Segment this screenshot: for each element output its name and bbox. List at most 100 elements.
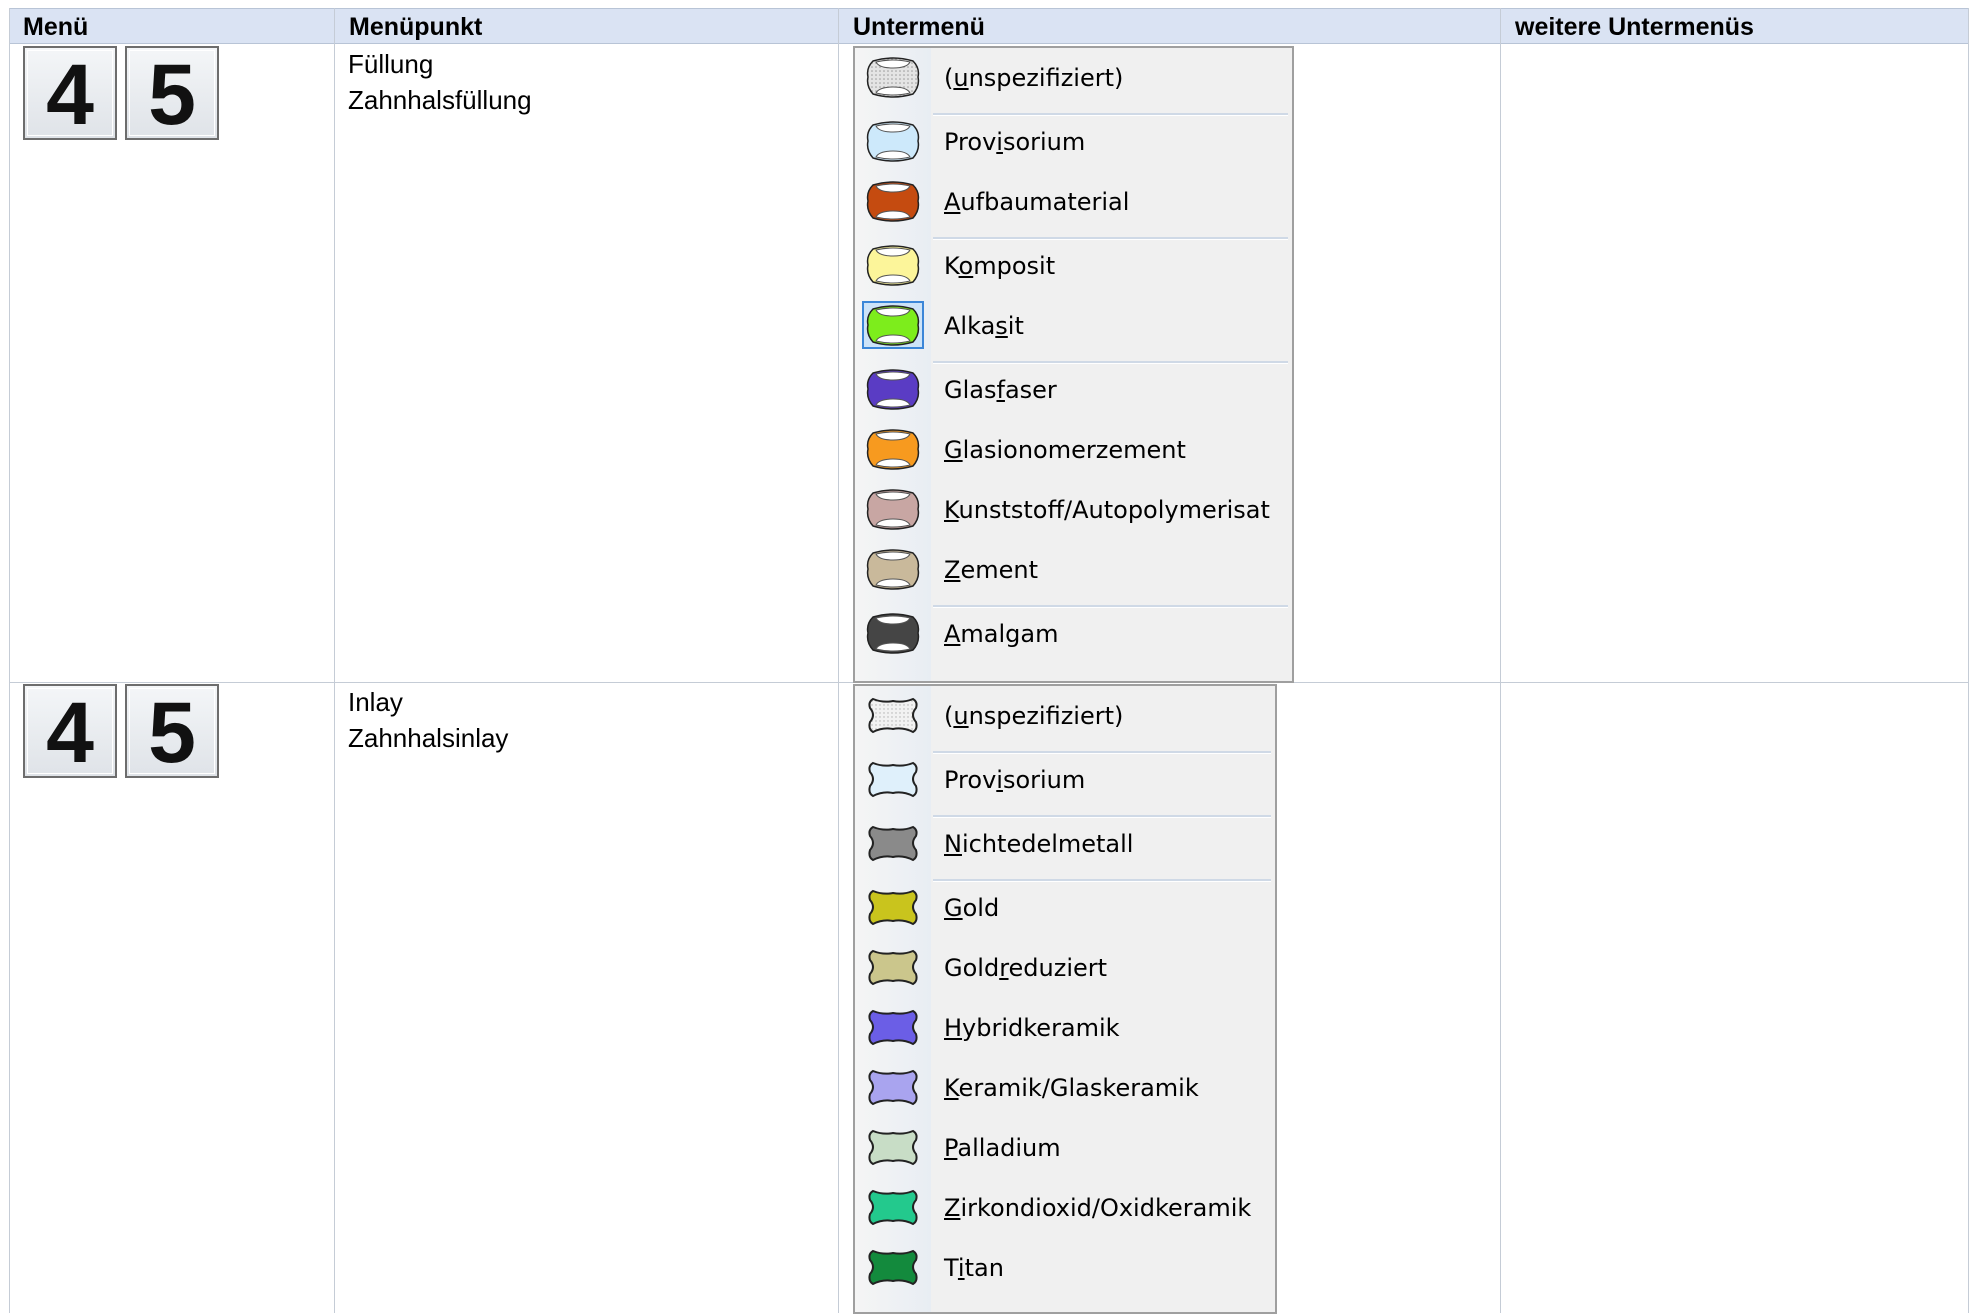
- material-alkasit-icon: [862, 301, 924, 349]
- menu-item-hybridkeramik[interactable]: Hybridkeramik: [855, 1002, 1275, 1050]
- menu-item-inlay: Inlay: [348, 687, 403, 717]
- menu-item-palladium[interactable]: Palladium: [855, 1122, 1275, 1170]
- inlay-material-icon: [868, 697, 918, 734]
- material-provisorium-icon: [863, 118, 923, 164]
- menu-item-label: Goldreduziert: [944, 954, 1108, 982]
- column-divider: [334, 8, 335, 1313]
- menu-item-kunststoff-autopolymerisat[interactable]: Kunststoff/Autopolymerisat: [855, 484, 1292, 532]
- menu-item-label: Aufbaumaterial: [944, 188, 1130, 216]
- header-menu: Menü: [9, 8, 335, 44]
- tooth-button-4[interactable]: 4: [23, 684, 117, 781]
- filling-material-icon: [866, 489, 920, 530]
- menu-item-label: Provisorium: [944, 128, 1086, 156]
- menu-item-unspezifiziert[interactable]: (unspezifiziert): [855, 690, 1275, 738]
- menu-item-label: Nichtedelmetall: [944, 830, 1134, 858]
- header-weitere-untermenues: weitere Untermenüs: [1501, 8, 1969, 44]
- inlay-material-icon: [868, 1129, 918, 1166]
- menu-item-alkasit[interactable]: Alkasit: [855, 300, 1292, 349]
- context-submenu-fuellung: (unspezifiziert) Provisorium Aufbaumateria…: [853, 46, 1294, 683]
- material-titan-icon: [863, 1244, 923, 1290]
- filling-material-icon: [866, 245, 920, 286]
- menu-item-keramik-glaskeramik[interactable]: Keramik/Glaskeramik: [855, 1062, 1275, 1110]
- filling-material-icon: [866, 181, 920, 222]
- column-divider: [1500, 8, 1501, 1313]
- menu-item-label: Hybridkeramik: [944, 1014, 1120, 1042]
- material-amalgam-icon: [863, 610, 923, 656]
- column-divider: [9, 8, 10, 1313]
- menu-item-goldreduziert[interactable]: Goldreduziert: [855, 942, 1275, 990]
- context-submenu-inlay: (unspezifiziert) Provisorium Nichtedelmeta…: [853, 684, 1277, 1314]
- header-menupunkt: Menüpunkt: [335, 8, 839, 44]
- inlay-material-icon: [868, 761, 918, 798]
- filling-material-icon: [866, 549, 920, 590]
- menu-item-komposit[interactable]: Komposit: [855, 240, 1292, 288]
- menu-item-label: (unspezifiziert): [944, 702, 1124, 730]
- menu-item-amalgam[interactable]: Amalgam: [855, 608, 1292, 656]
- column-divider: [838, 8, 839, 1313]
- tooth-digit: 4: [46, 47, 94, 143]
- material-aufbaumaterial-icon: [863, 178, 923, 224]
- tooth-digit: 5: [148, 685, 196, 781]
- tooth-digit: 4: [46, 685, 94, 781]
- menu-item-nichtedelmetall[interactable]: Nichtedelmetall: [855, 818, 1275, 866]
- menu-item-label: Komposit: [944, 252, 1056, 280]
- inlay-material-icon: [868, 1009, 918, 1046]
- menu-item-titan[interactable]: Titan: [855, 1242, 1275, 1290]
- menu-item-label: Palladium: [944, 1134, 1061, 1162]
- menu-item-label: Kunststoff/Autopolymerisat: [944, 496, 1270, 524]
- menu-item-zirkondioxid-oxidkeramik[interactable]: Zirkondioxid/Oxidkeramik: [855, 1182, 1275, 1230]
- material-kunststoff-autopolymerisat-icon: [863, 486, 923, 532]
- tooth-button-4[interactable]: 4: [23, 46, 117, 143]
- menu-item-fuellung: Füllung: [348, 49, 434, 79]
- menu-item-label: Amalgam: [944, 620, 1059, 648]
- menu-item-label: Glasfaser: [944, 376, 1057, 404]
- inlay-material-icon: [868, 889, 918, 926]
- menu-item-zahnhalsinlay: Zahnhalsinlay: [348, 723, 509, 753]
- inlay-material-icon: [868, 949, 918, 986]
- menu-item-label: Zement: [944, 556, 1038, 584]
- menu-item-glasionomerzement[interactable]: Glasionomerzement: [855, 424, 1292, 472]
- header-untermenue: Untermenü: [839, 8, 1501, 44]
- menu-item-label: (unspezifiziert): [944, 64, 1124, 92]
- material-nichtedelmetall-icon: [863, 820, 923, 866]
- menu-item-label: Alkasit: [944, 312, 1024, 340]
- material-glasionomerzement-icon: [863, 426, 923, 472]
- menu-item-label: Glasionomerzement: [944, 436, 1186, 464]
- menu-item-aufbaumaterial[interactable]: Aufbaumaterial: [855, 176, 1292, 224]
- material-gold-icon: [863, 884, 923, 930]
- tooth-button-5[interactable]: 5: [125, 46, 219, 143]
- menu-item-label: Gold: [944, 894, 1000, 922]
- menu-item-gold[interactable]: Gold: [855, 882, 1275, 930]
- filling-material-icon: [866, 305, 920, 346]
- menu-item-provisorium[interactable]: Provisorium: [855, 116, 1292, 164]
- filling-material-icon: [866, 429, 920, 470]
- material-provisorium-icon: [863, 756, 923, 802]
- inlay-material-icon: [868, 1249, 918, 1286]
- menu-item-provisorium[interactable]: Provisorium: [855, 754, 1275, 802]
- inlay-material-icon: [868, 825, 918, 862]
- material-keramik-glaskeramik-icon: [863, 1064, 923, 1110]
- menu-item-label: Zirkondioxid/Oxidkeramik: [944, 1194, 1252, 1222]
- filling-material-icon: [866, 121, 920, 162]
- inlay-material-icon: [868, 1189, 918, 1226]
- filling-material-icon: [866, 613, 920, 654]
- filling-material-icon: [866, 57, 920, 98]
- filling-material-icon: [866, 369, 920, 410]
- material-komposit-icon: [863, 242, 923, 288]
- menu-item-label: Titan: [944, 1254, 1004, 1282]
- menu-item-label: Keramik/Glaskeramik: [944, 1074, 1199, 1102]
- inlay-material-icon: [868, 1069, 918, 1106]
- column-divider: [1968, 8, 1969, 1313]
- tooth-button-5[interactable]: 5: [125, 684, 219, 781]
- menu-item-zement[interactable]: Zement: [855, 544, 1292, 592]
- material-glasfaser-icon: [863, 366, 923, 412]
- menu-item-zahnhalsfuellung: Zahnhalsfüllung: [348, 85, 532, 115]
- menu-item-unspezifiziert[interactable]: (unspezifiziert): [855, 52, 1292, 100]
- material-zirkondioxid-oxidkeramik-icon: [863, 1184, 923, 1230]
- tooth-digit: 5: [148, 47, 196, 143]
- material-hybridkeramik-icon: [863, 1004, 923, 1050]
- material-zement-icon: [863, 546, 923, 592]
- material-goldreduziert-icon: [863, 944, 923, 990]
- menu-item-glasfaser[interactable]: Glasfaser: [855, 364, 1292, 412]
- material-unspezifiziert-icon: [863, 692, 923, 738]
